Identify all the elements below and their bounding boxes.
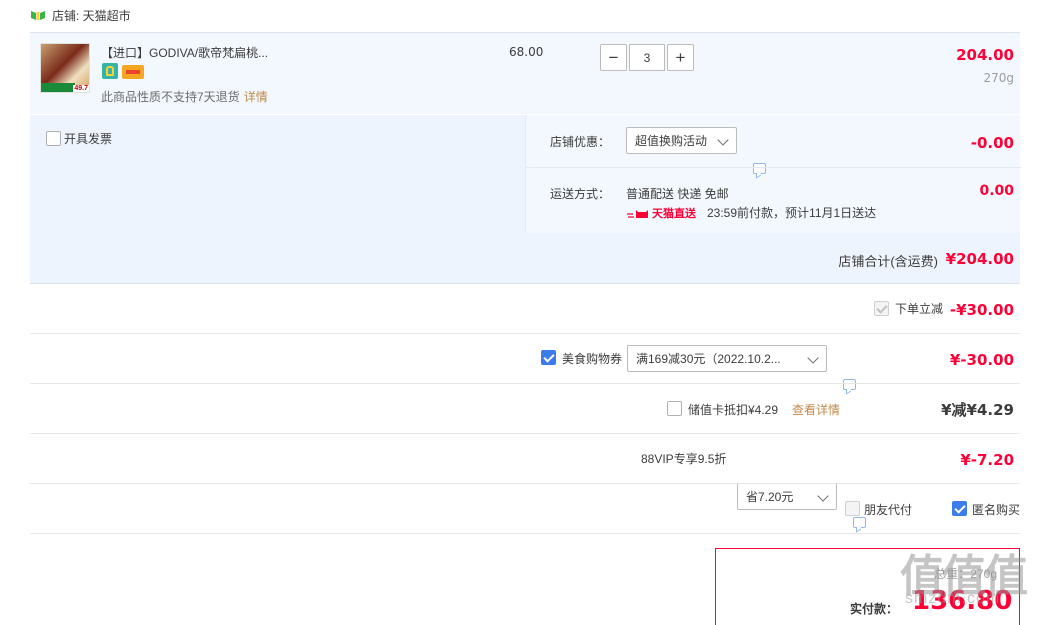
quantity-input[interactable]: 3 (629, 44, 665, 71)
thumbnail-banner (41, 83, 75, 92)
friend-pay-label: 朋友代付 (864, 503, 913, 517)
friend-pay-checkbox[interactable] (845, 501, 860, 517)
shipping-amount: 0.00 (979, 183, 1014, 199)
return-policy-details-link[interactable]: 详情 (244, 90, 268, 104)
order-discount-label: 下单立减 (895, 302, 944, 316)
order-options: 开具发票 店铺优惠： 超值换购活动 -0.00 运送方式： 普通配送 快递 免邮… (30, 115, 1021, 233)
return-policy-text: 此商品性质不支持7天退货 (101, 90, 240, 104)
shipping-method: 普通配送 快递 免邮 (626, 187, 729, 201)
shop-discount-label: 店铺优惠： (550, 135, 611, 149)
product-title[interactable]: 【进口】GODIVA/歌帝梵扁桃... (101, 44, 268, 61)
payment-label: 实付款： (850, 602, 899, 616)
product-thumbnail[interactable]: 49.7 (40, 43, 90, 93)
delivery-eta: 23:59前付款，预计11月1日送达 (707, 206, 877, 220)
vip-discount-amount: ¥-7.20 (960, 451, 1014, 469)
stored-card-details-link[interactable]: 查看详情 (792, 401, 840, 418)
divider (30, 483, 1020, 484)
tmall-direct-badge: 天猫直送 (626, 205, 696, 221)
chat-icon[interactable] (843, 379, 856, 390)
anonymous-label: 匿名购买 (972, 503, 1021, 517)
divider (30, 533, 1020, 534)
shop-name[interactable]: 店铺: 天猫超市 (52, 7, 131, 24)
shipping-label: 运送方式： (550, 187, 611, 201)
food-coupon-value: 满169减30元（2022.10.2... (636, 352, 781, 366)
watermark-site: smzdm.com (905, 590, 1001, 607)
invoice-panel: 开具发票 (30, 115, 525, 233)
chat-icon[interactable] (753, 163, 766, 174)
food-coupon-label: 美食购物券 (562, 352, 623, 366)
stored-card-checkbox[interactable] (667, 401, 682, 417)
order-discount-checkbox[interactable] (874, 301, 889, 317)
food-coupon-select[interactable]: 满169减30元（2022.10.2... (627, 345, 827, 372)
vip-discount-value: 省7.20元 (746, 490, 794, 504)
food-coupon-amount: ¥-30.00 (949, 351, 1014, 369)
shop-discount-value: 超值换购活动 (635, 134, 708, 148)
divider (30, 333, 1020, 334)
unit-price: 68.00 (509, 45, 544, 59)
item-subtotal: 204.00 (956, 46, 1014, 64)
stored-card-label: 储值卡抵扣¥4.29 (688, 403, 779, 417)
divider (30, 433, 1020, 434)
invoice-label: 开具发票 (64, 132, 113, 146)
cart-item-row: 49.7 【进口】GODIVA/歌帝梵扁桃... 此商品性质不支持7天退货 详情 … (30, 32, 1020, 114)
divider (30, 383, 1020, 384)
payment-tag-icon (122, 65, 144, 79)
stored-card-amount: ¥减¥4.29 (941, 401, 1014, 419)
quantity-stepper: − 3 + (600, 44, 694, 72)
chat-icon[interactable] (853, 517, 866, 528)
item-weight: 270g (983, 71, 1014, 85)
vip-discount-select[interactable]: 省7.20元 (737, 483, 837, 510)
order-discount-amount: -¥30.00 (949, 301, 1014, 319)
return-policy-note: 此商品性质不支持7天退货 详情 (101, 88, 268, 105)
chevron-down-icon (717, 134, 729, 146)
shop-header: 店铺: 天猫超市 (30, 6, 131, 24)
quantity-decrease-button[interactable]: − (600, 44, 627, 71)
shop-discount-select[interactable]: 超值换购活动 (626, 127, 737, 154)
tmall-direct-text: 天猫直送 (652, 208, 696, 220)
food-coupon-checkbox[interactable] (541, 350, 556, 366)
invoice-option[interactable]: 开具发票 (46, 130, 112, 147)
quantity-increase-button[interactable]: + (667, 44, 694, 71)
shop-total-label: 店铺合计(含运费) (838, 254, 938, 269)
chevron-down-icon (817, 490, 829, 502)
service-tag-icon (102, 63, 118, 79)
thumbnail-price-badge: 49.7 (73, 85, 89, 92)
vip-discount-label: 88VIP专享9.5折 (641, 452, 727, 466)
shop-total-amount: ¥204.00 (945, 250, 1014, 268)
tmall-cat-icon (627, 209, 648, 218)
shop-discount-amount: -0.00 (970, 134, 1014, 152)
invoice-checkbox[interactable] (46, 131, 61, 146)
anonymous-checkbox[interactable] (952, 501, 967, 517)
shop-total-row: 店铺合计(含运费) ¥204.00 (30, 233, 1020, 284)
divider (526, 167, 1021, 168)
chevron-down-icon (807, 352, 819, 364)
shop-icon (30, 9, 46, 21)
shop-benefits-panel: 店铺优惠： 超值换购活动 -0.00 运送方式： 普通配送 快递 免邮 天猫直送… (525, 115, 1021, 233)
